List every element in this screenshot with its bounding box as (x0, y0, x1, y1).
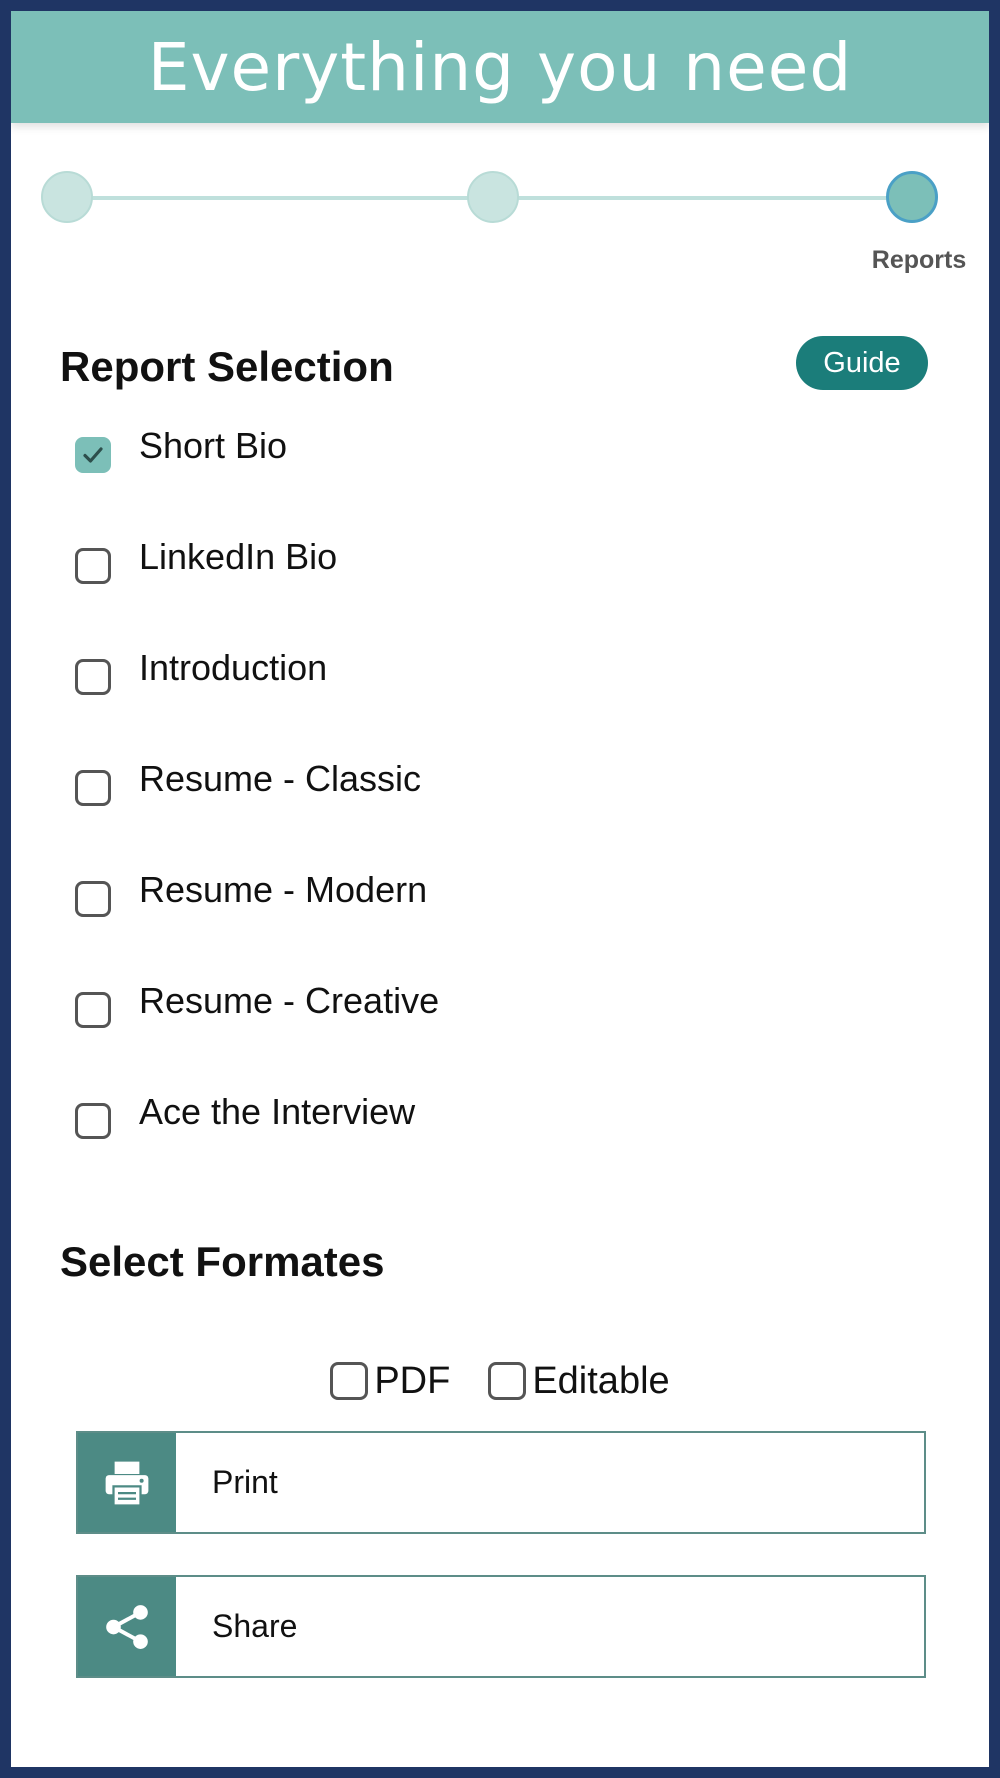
report-item-label: Short Bio (139, 425, 288, 466)
checkbox-checked[interactable] (75, 437, 111, 473)
step-label-reports: Reports (871, 246, 967, 274)
share-label: Share (212, 1608, 298, 1644)
report-item-resume-creative[interactable]: Resume - Creative (75, 978, 775, 1089)
format-options: PDF Editable (11, 1351, 989, 1411)
report-item-label: Resume - Creative (139, 980, 440, 1021)
format-option-pdf[interactable]: PDF (330, 1360, 450, 1403)
header-title: Everything you need (147, 28, 853, 106)
report-item-label: LinkedIn Bio (139, 536, 338, 577)
print-icon-box (78, 1433, 176, 1532)
checkbox[interactable] (75, 770, 111, 806)
select-formats-title: Select Formates (60, 1238, 385, 1285)
checkbox[interactable] (75, 992, 111, 1028)
checkbox[interactable] (488, 1362, 527, 1400)
report-checklist: Short Bio LinkedIn Bio Introduction Resu… (75, 423, 775, 1200)
format-option-editable[interactable]: Editable (488, 1359, 670, 1403)
checkbox[interactable] (75, 659, 111, 695)
report-item-resume-classic[interactable]: Resume - Classic (75, 756, 775, 867)
checkbox[interactable] (75, 548, 111, 584)
checkbox[interactable] (75, 881, 111, 917)
printer-icon (105, 1461, 149, 1507)
report-item-linkedin-bio[interactable]: LinkedIn Bio (75, 534, 775, 645)
progress-stepper: Reports (11, 151, 989, 274)
format-option-label: PDF (374, 1359, 451, 1402)
share-icon-box (78, 1577, 176, 1676)
report-item-label: Introduction (139, 647, 328, 688)
report-item-short-bio[interactable]: Short Bio (75, 423, 775, 534)
share-button[interactable]: Share (76, 1575, 926, 1678)
report-item-label: Ace the Interview (139, 1091, 416, 1132)
checkbox[interactable] (75, 1103, 111, 1139)
app-screen: Everything you need Reports Report Selec… (11, 11, 989, 1767)
share-icon (106, 1604, 148, 1649)
report-item-introduction[interactable]: Introduction (75, 645, 775, 756)
print-label: Print (212, 1464, 278, 1500)
print-button[interactable]: Print (76, 1431, 926, 1534)
step-3-dot-active[interactable] (886, 171, 938, 223)
stepper-connector (69, 196, 499, 200)
report-item-ace-the-interview[interactable]: Ace the Interview (75, 1089, 775, 1200)
checkbox[interactable] (330, 1362, 369, 1400)
report-selection-title: Report Selection (60, 343, 394, 390)
app-header: Everything you need (11, 11, 989, 123)
guide-button[interactable]: Guide (796, 336, 928, 390)
report-item-resume-modern[interactable]: Resume - Modern (75, 867, 775, 978)
report-item-label: Resume - Modern (139, 869, 428, 910)
report-item-label: Resume - Classic (139, 758, 422, 799)
step-2-dot[interactable] (467, 171, 519, 223)
format-option-label: Editable (532, 1359, 670, 1402)
check-icon (83, 447, 103, 463)
stepper-connector (493, 196, 913, 200)
step-1-dot[interactable] (41, 171, 93, 223)
